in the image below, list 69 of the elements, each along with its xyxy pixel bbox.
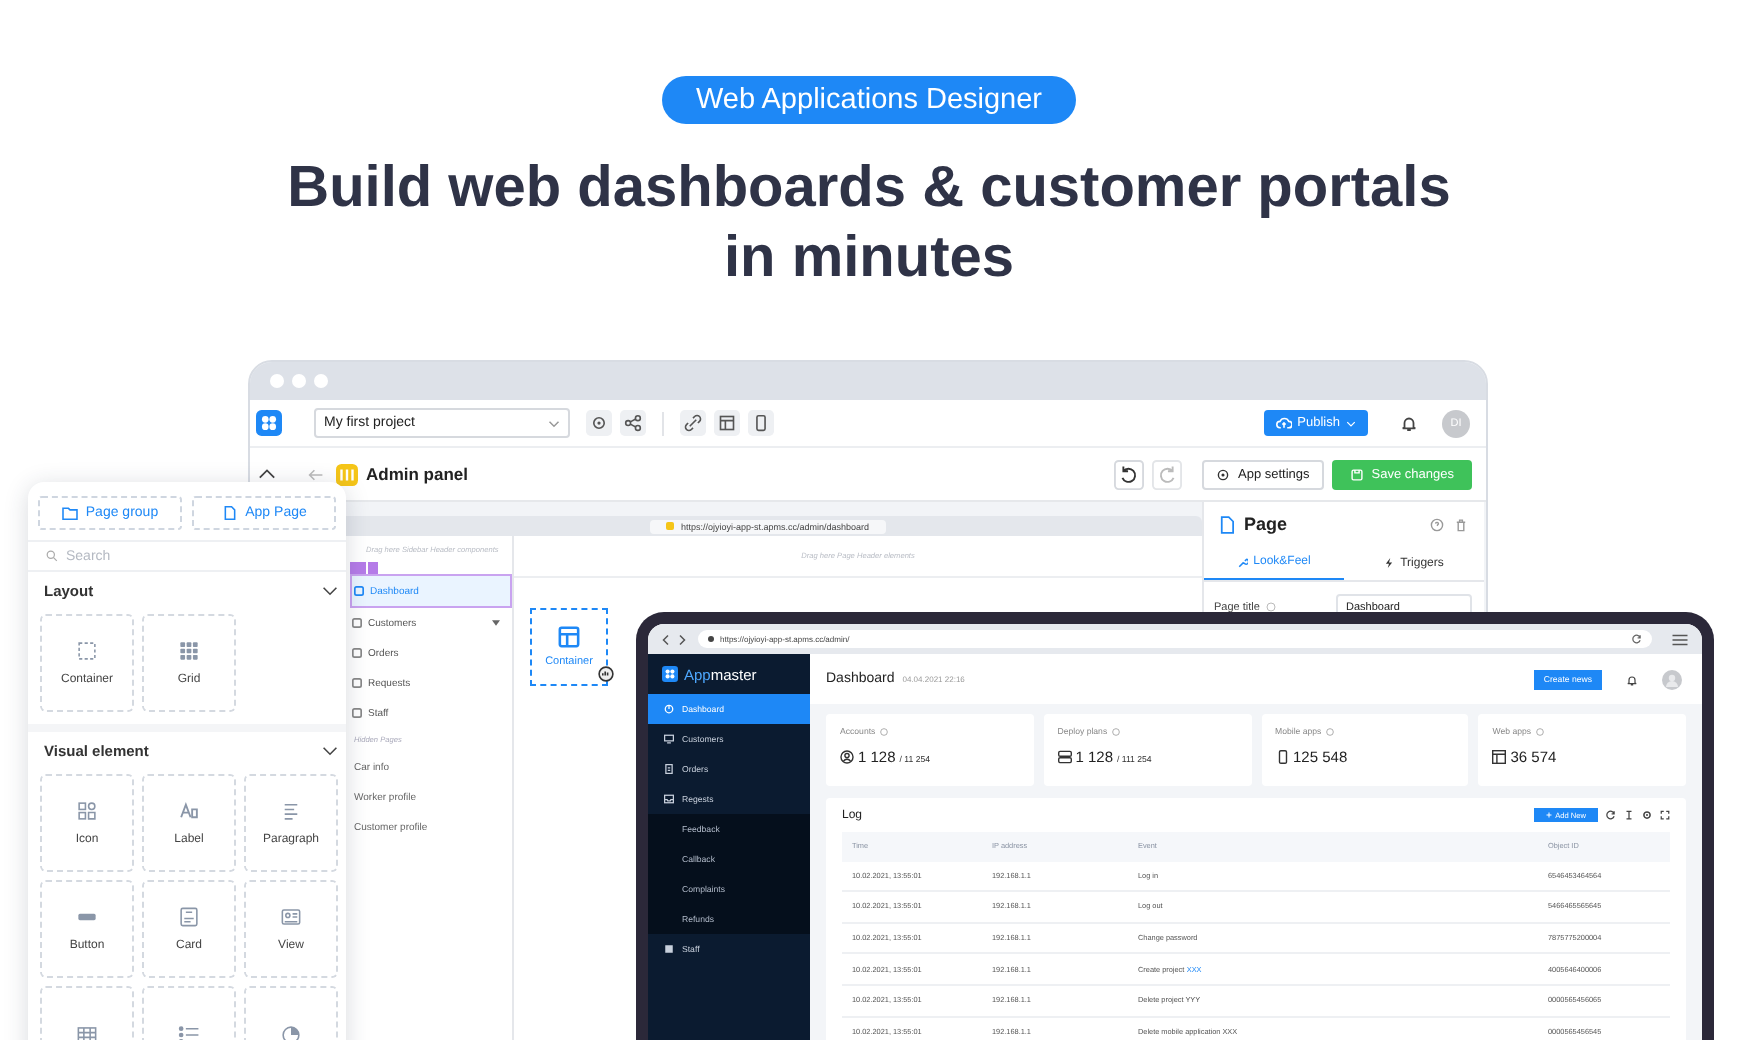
link-icon[interactable]: [680, 410, 706, 436]
page-icon: [352, 708, 362, 718]
page-icon: [1220, 515, 1234, 533]
caret-icon[interactable]: [492, 620, 500, 626]
dashed-square-icon: [76, 640, 98, 662]
layout-icon[interactable]: [714, 410, 740, 436]
table-icon: [76, 1024, 98, 1040]
phone-icon: [1275, 750, 1289, 764]
plus-icon: [1545, 812, 1552, 818]
bolt-icon: [1384, 558, 1395, 568]
chevron-down-icon[interactable]: [322, 585, 338, 595]
list-icon: [178, 1024, 200, 1040]
share-icon[interactable]: [620, 410, 646, 436]
monitor-icon: [664, 734, 674, 744]
product-badge: Web Applications Designer: [661, 76, 1077, 124]
gear-icon: [1216, 467, 1231, 481]
dashboard-icon: [664, 704, 674, 714]
pie-chart-icon: [280, 1024, 302, 1040]
caret-icon: [1346, 419, 1356, 427]
grid-icon: [178, 640, 200, 662]
lock-icon: [708, 636, 714, 642]
page-icon: [352, 678, 362, 688]
text-lines-icon: [280, 800, 302, 822]
inbox-icon: [664, 794, 674, 804]
menu-icon[interactable]: [1672, 633, 1688, 645]
headline: Build web dashboards & customer portals: [287, 154, 1451, 224]
bell-icon[interactable]: [1400, 414, 1418, 432]
clipboard-icon: [664, 764, 674, 774]
help-icon[interactable]: [1430, 517, 1444, 531]
reload-icon[interactable]: [1632, 634, 1642, 644]
chevron-up-icon[interactable]: [258, 468, 276, 480]
page-icon: [352, 618, 362, 628]
page-title: Admin panel: [366, 464, 469, 484]
app-logo-icon[interactable]: [256, 410, 282, 436]
user-icon: [840, 750, 854, 764]
mobile-icon[interactable]: [748, 410, 774, 436]
image-card-icon: [280, 906, 302, 928]
server-icon: [1057, 750, 1072, 764]
cloud-upload-icon: [1275, 416, 1292, 430]
text-icon: [178, 800, 200, 822]
chevron-down-icon[interactable]: [322, 745, 338, 755]
page-icon: [354, 586, 364, 596]
shapes-icon: [76, 800, 98, 822]
headline: in minutes: [723, 224, 1014, 294]
brand-logo-icon: [662, 666, 678, 682]
undo-icon[interactable]: [1114, 459, 1145, 489]
window-dot: [292, 374, 306, 388]
layout-icon: [558, 626, 580, 648]
window-dot: [314, 374, 328, 388]
panel-title: Page: [1244, 514, 1288, 534]
column-height-icon[interactable]: [1624, 810, 1634, 820]
refresh-icon[interactable]: [1606, 810, 1616, 820]
settings-icon[interactable]: [1642, 810, 1652, 820]
browser-icon: [1492, 750, 1507, 764]
settings-icon[interactable]: [586, 410, 612, 436]
folder-icon: [61, 506, 78, 520]
card-icon: [178, 906, 200, 928]
grab-cursor-icon: [598, 666, 614, 682]
window-dot: [270, 374, 284, 388]
page-icon: [352, 648, 362, 658]
delete-icon[interactable]: [1454, 517, 1468, 531]
lock-icon: [666, 522, 675, 530]
search-icon: [46, 550, 58, 562]
fullscreen-icon[interactable]: [1660, 810, 1670, 820]
square-icon: [664, 944, 674, 954]
bell-icon[interactable]: [1626, 673, 1638, 685]
save-icon: [1349, 467, 1364, 481]
page-icon: [221, 506, 238, 520]
back-forward-icon[interactable]: [662, 633, 686, 645]
